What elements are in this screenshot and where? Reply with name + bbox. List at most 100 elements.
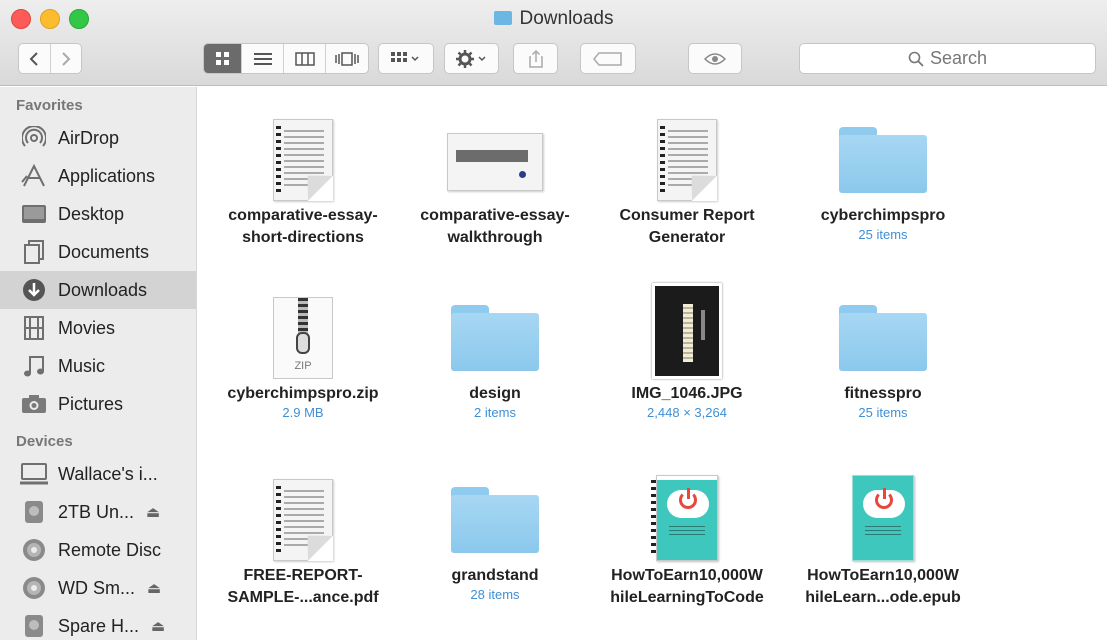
forward-button[interactable] [51,44,82,73]
thumbnail [400,457,590,561]
sidebar-item-documents[interactable]: Documents [0,233,196,271]
cover-flow-icon [335,51,359,66]
quick-look-button[interactable] [688,43,742,74]
column-view-button[interactable] [284,44,326,73]
sidebar-item-label: 2TB Un... [58,501,135,522]
folder-item[interactable]: cyberchimpspro 25 items [788,97,978,243]
thumbnail [592,275,782,379]
drive-icon [20,500,48,524]
camera-icon [20,392,48,416]
arrange-button[interactable] [378,43,434,74]
sidebar-item-label: AirDrop [58,127,120,148]
list-icon [253,52,272,65]
sidebar-item-label: Desktop [58,203,125,224]
pdf-document-icon [657,119,717,201]
folder-icon [839,305,927,371]
thumbnail [400,275,590,379]
sidebar-item-label: Applications [58,165,156,186]
folder-icon [451,305,539,371]
drive-icon [20,614,48,638]
folder-item[interactable]: grandstand 28 items [400,457,590,603]
applications-icon [20,164,48,188]
sidebar-item-computer[interactable]: Wallace's i... [0,455,196,493]
sidebar-item-spare-drive[interactable]: Spare H... ⏏ [0,607,196,640]
thumbnail [208,97,398,201]
view-mode-control [203,43,369,74]
image-thumbnail-icon [652,283,722,379]
chevron-right-icon [62,51,71,66]
file-item[interactable]: comparative-essay-short-directions [208,97,398,249]
sidebar-item-pictures[interactable]: Pictures [0,385,196,423]
icon-view-button[interactable] [204,44,242,73]
file-name: cyberchimpspro [820,207,946,224]
file-name: comparative-essay-walkthrough [420,207,570,246]
folder-icon [451,487,539,553]
file-item[interactable]: ZIP cyberchimpspro.zip 2.9 MB [208,275,398,421]
sidebar-item-wd-drive[interactable]: WD Sm... ⏏ [0,569,196,607]
chevron-left-icon [29,51,38,66]
thumbnail: ZIP [208,275,398,379]
sidebar-item-label: Documents [58,241,150,262]
disc-icon [20,538,48,562]
zip-archive-icon: ZIP [273,297,333,379]
search-field[interactable]: Search [799,43,1096,74]
file-name: fitnesspro [844,385,922,402]
gear-icon [455,49,486,68]
window-title-text: Downloads [519,8,614,29]
file-name: design [469,385,521,402]
thumbnail [788,275,978,379]
sidebar-item-remote-disc[interactable]: Remote Disc [0,531,196,569]
thumbnail [400,97,590,201]
folder-icon [839,127,927,193]
file-item[interactable]: comparative-essay-walkthrough [400,97,590,249]
file-grid: comparative-essay-short-directions compa… [198,87,1107,640]
sidebar-item-movies[interactable]: Movies [0,309,196,347]
sidebar-item-airdrop[interactable]: AirDrop [0,119,196,157]
folder-item[interactable]: fitnesspro 25 items [788,275,978,421]
back-forward-control [18,43,82,74]
eject-icon[interactable]: ⏏ [147,579,161,597]
file-name: IMG_1046.JPG [631,385,743,402]
pdf-document-icon [273,479,333,561]
sidebar-item-desktop[interactable]: Desktop [0,195,196,233]
favorites-header: Favorites [16,97,83,114]
sidebar-item-label: WD Sm... [58,577,135,598]
eject-icon[interactable]: ⏏ [151,617,165,635]
item-count: 2 items [474,405,516,420]
desktop-icon [20,202,48,226]
eject-icon[interactable]: ⏏ [146,503,160,521]
sidebar-item-applications[interactable]: Applications [0,157,196,195]
computer-icon [20,462,48,486]
list-view-button[interactable] [242,44,284,73]
sidebar-item-label: Remote Disc [58,539,162,560]
grid-icon [215,51,229,65]
window-title: Downloads [0,8,1107,30]
sidebar-item-2tb-drive[interactable]: 2TB Un... ⏏ [0,493,196,531]
file-item[interactable]: Consumer Report Generator [592,97,782,249]
file-name: grandstand [451,567,539,584]
downloads-icon [20,278,48,302]
file-item[interactable]: IMG_1046.JPG 2,448 × 3,264 [592,275,782,421]
folder-item[interactable]: design 2 items [400,275,590,421]
tags-button[interactable] [580,43,636,74]
sidebar-item-music[interactable]: Music [0,347,196,385]
file-item[interactable]: HowToEarn10,000W hileLearn...ode.epub [788,457,978,609]
sidebar-item-label: Movies [58,317,116,338]
share-button[interactable] [513,43,558,74]
zip-label: ZIP [294,360,312,372]
back-button[interactable] [19,44,51,73]
epub-icon [852,475,914,561]
window-toolbar: Downloads Search [0,0,1107,86]
cover-flow-button[interactable] [326,44,368,73]
file-item[interactable]: HowToEarn10,000W hileLearningToCode [592,457,782,609]
item-count: 28 items [470,587,520,602]
file-item[interactable]: FREE-REPORT- SAMPLE-...ance.pdf [208,457,398,609]
item-count: 25 items [858,405,908,420]
ebook-document-icon [651,475,718,561]
airdrop-icon [20,126,48,150]
file-name: comparative-essay-short-directions [228,207,378,246]
file-name: HowToEarn10,000W hileLearningToCode [610,567,764,606]
action-button[interactable] [444,43,499,74]
sidebar-item-downloads[interactable]: Downloads [0,271,196,309]
thumbnail [788,97,978,201]
